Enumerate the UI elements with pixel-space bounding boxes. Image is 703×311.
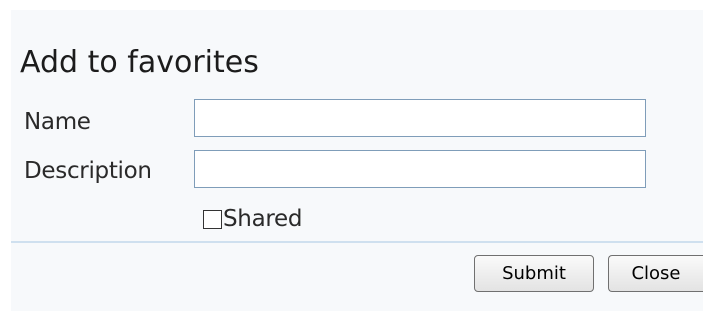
submit-button[interactable]: Submit — [474, 255, 594, 292]
shared-option[interactable]: Shared — [203, 205, 302, 233]
footer-divider — [11, 241, 703, 243]
close-button[interactable]: Close — [608, 255, 703, 292]
dialog-title: Add to favorites — [20, 45, 259, 80]
shared-label[interactable]: Shared — [223, 205, 302, 233]
shared-checkbox[interactable] — [203, 209, 222, 229]
description-label: Description — [24, 158, 152, 184]
description-input[interactable] — [194, 150, 646, 188]
add-to-favorites-dialog: Add to favorites Name Description Shared… — [11, 10, 703, 311]
name-input[interactable] — [194, 99, 646, 137]
name-label: Name — [24, 109, 91, 135]
